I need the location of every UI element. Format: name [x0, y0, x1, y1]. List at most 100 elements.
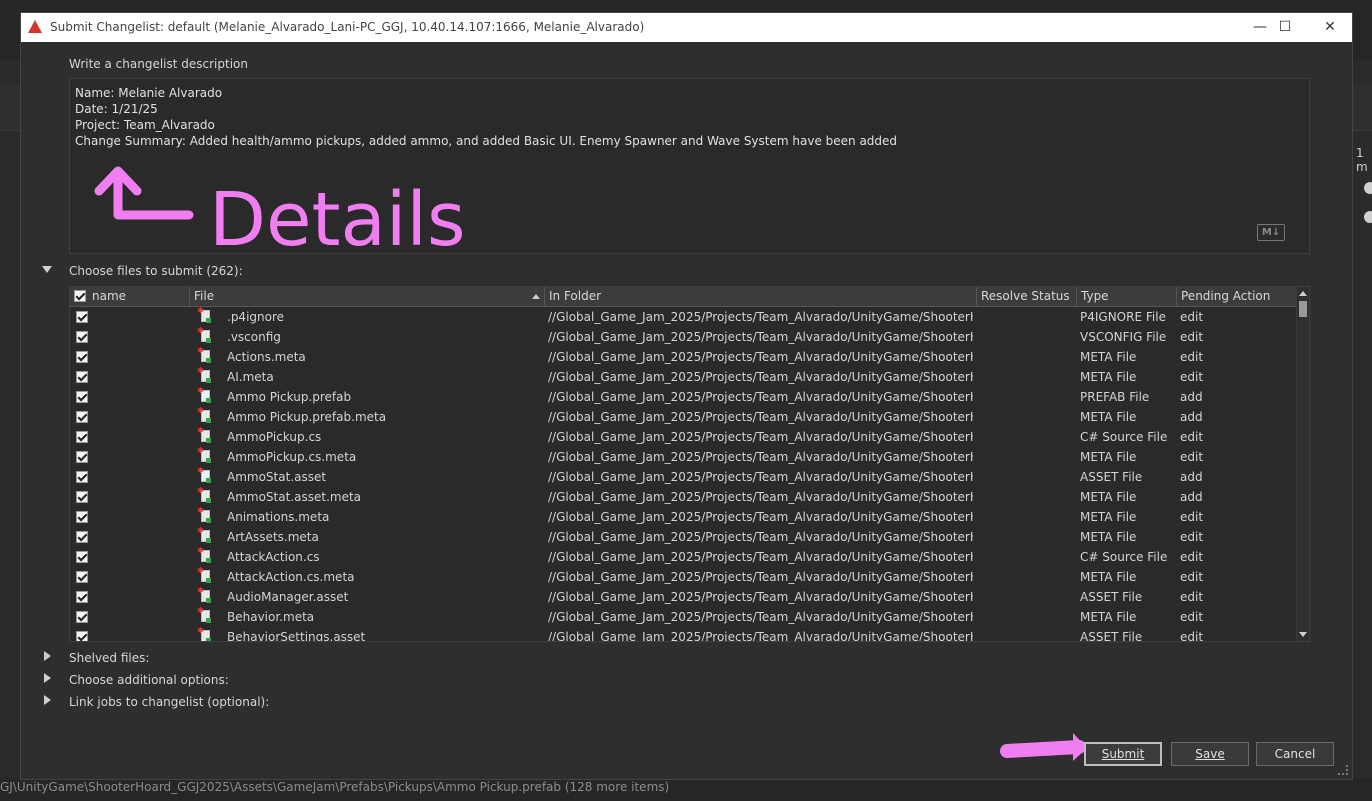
- pending-action-cell: edit: [1180, 590, 1204, 604]
- shelved-files-section[interactable]: Shelved files:: [69, 651, 149, 665]
- file-name-cell: Ammo Pickup.prefab.meta: [227, 410, 387, 424]
- file-icon: ✱: [197, 627, 211, 641]
- checked-out-icon: ✱: [197, 526, 204, 535]
- table-row[interactable]: ✱ AmmoStat.asset.meta //Global_Game_Jam_20…: [70, 487, 1298, 507]
- additional-options-section[interactable]: Choose additional options:: [69, 673, 229, 687]
- expand-shelved-icon[interactable]: [44, 651, 51, 661]
- table-row[interactable]: ✱ Ammo Pickup.prefab.meta //Global_Game_Ja…: [70, 407, 1298, 427]
- table-row[interactable]: ✱ ArtAssets.meta //Global_Game_Jam_2025/Pr…: [70, 527, 1298, 547]
- folder-cell: //Global_Game_Jam_2025/Projects/Team_Alv…: [548, 410, 973, 424]
- type-cell: META File: [1080, 610, 1137, 624]
- status-icon: [206, 558, 211, 563]
- column-header-resolve-status[interactable]: Resolve Status: [977, 287, 1077, 306]
- status-icon: [206, 478, 211, 483]
- row-checkbox[interactable]: [76, 431, 88, 443]
- table-row[interactable]: ✱ AudioManager.asset //Global_Game_Jam_202…: [70, 587, 1298, 607]
- row-checkbox[interactable]: [76, 511, 88, 523]
- row-checkbox[interactable]: [76, 391, 88, 403]
- cancel-button[interactable]: Cancel: [1256, 742, 1334, 766]
- table-row[interactable]: ✱ Behavior.meta //Global_Game_Jam_2025/Pro…: [70, 607, 1298, 627]
- link-jobs-section[interactable]: Link jobs to changelist (optional):: [69, 695, 269, 709]
- expand-options-icon[interactable]: [44, 673, 51, 683]
- column-header-type[interactable]: Type: [1077, 287, 1177, 306]
- column-label: Resolve Status: [981, 289, 1070, 303]
- column-header-in-folder[interactable]: In Folder: [545, 287, 977, 306]
- table-row[interactable]: ✱ AmmoStat.asset //Global_Game_Jam_2025/Pr…: [70, 467, 1298, 487]
- row-checkbox[interactable]: [76, 631, 88, 641]
- select-all-checkbox[interactable]: [74, 290, 86, 302]
- files-table[interactable]: name File In Folder Resolve Status Type …: [69, 286, 1310, 642]
- table-row[interactable]: ✱ AttackAction.cs //Global_Game_Jam_2025/P…: [70, 547, 1298, 567]
- row-checkbox[interactable]: [76, 331, 88, 343]
- pending-action-cell: edit: [1180, 570, 1204, 584]
- table-row[interactable]: ✱ AmmoPickup.cs.meta //Global_Game_Jam_202…: [70, 447, 1298, 467]
- row-checkbox[interactable]: [76, 371, 88, 383]
- scroll-thumb[interactable]: [1299, 301, 1307, 317]
- column-header-name[interactable]: name: [70, 287, 190, 306]
- file-name-cell: AmmoStat.asset.meta: [227, 490, 362, 504]
- row-checkbox[interactable]: [76, 491, 88, 503]
- checked-out-icon: ✱: [197, 486, 204, 495]
- folder-cell: //Global_Game_Jam_2025/Projects/Team_Alv…: [548, 310, 973, 324]
- row-checkbox[interactable]: [76, 311, 88, 323]
- submit-button[interactable]: Submit: [1084, 742, 1162, 766]
- table-row[interactable]: ✱ .vsconfig //Global_Game_Jam_2025/Project…: [70, 327, 1298, 347]
- checked-out-icon: ✱: [197, 566, 204, 575]
- submit-changelist-dialog: Submit Changelist: default (Melanie_Alva…: [20, 12, 1353, 780]
- table-row[interactable]: ✱ .p4ignore //Global_Game_Jam_2025/Project…: [70, 307, 1298, 327]
- checked-out-icon: ✱: [197, 326, 204, 335]
- file-icon: ✱: [197, 567, 211, 583]
- row-checkbox[interactable]: [76, 611, 88, 623]
- status-icon: [206, 318, 211, 323]
- resize-grip[interactable]: [1338, 765, 1348, 775]
- row-checkbox[interactable]: [76, 351, 88, 363]
- save-button[interactable]: Save: [1171, 742, 1249, 766]
- row-checkbox[interactable]: [76, 411, 88, 423]
- type-cell: META File: [1080, 370, 1137, 384]
- row-checkbox[interactable]: [76, 531, 88, 543]
- column-header-file[interactable]: File: [190, 287, 545, 306]
- folder-cell: //Global_Game_Jam_2025/Projects/Team_Alv…: [548, 550, 973, 564]
- type-cell: C# Source File: [1080, 430, 1168, 444]
- scroll-up-icon[interactable]: [1299, 291, 1307, 296]
- row-checkbox[interactable]: [76, 591, 88, 603]
- checked-out-icon: ✱: [197, 506, 204, 515]
- collapse-files-icon[interactable]: [42, 266, 52, 273]
- expand-jobs-icon[interactable]: [44, 695, 51, 705]
- pending-action-cell: edit: [1180, 450, 1204, 464]
- status-icon: [206, 518, 211, 523]
- annotation-text: Details: [209, 177, 466, 263]
- table-scrollbar[interactable]: [1296, 287, 1309, 641]
- folder-cell: //Global_Game_Jam_2025/Projects/Team_Alv…: [548, 510, 973, 524]
- type-cell: C# Source File: [1080, 550, 1168, 564]
- file-name-cell: .vsconfig: [227, 330, 281, 344]
- background-circle-icon: [1364, 182, 1372, 194]
- row-checkbox[interactable]: [76, 571, 88, 583]
- row-checkbox[interactable]: [76, 471, 88, 483]
- pending-action-cell: add: [1180, 490, 1203, 504]
- table-row[interactable]: ✱ Animations.meta //Global_Game_Jam_2025/P…: [70, 507, 1298, 527]
- table-row[interactable]: ✱ AI.meta //Global_Game_Jam_2025/Projects/…: [70, 367, 1298, 387]
- table-row[interactable]: ✱ BehaviorSettings.asset //Global_Game_Jam…: [70, 627, 1298, 641]
- table-row[interactable]: ✱ Ammo Pickup.prefab //Global_Game_Jam_202…: [70, 387, 1298, 407]
- file-icon: ✱: [197, 507, 211, 523]
- status-icon: [206, 458, 211, 463]
- row-checkbox[interactable]: [76, 551, 88, 563]
- table-row[interactable]: ✱ AttackAction.cs.meta //Global_Game_Jam_2…: [70, 567, 1298, 587]
- file-icon: ✱: [197, 587, 211, 603]
- file-icon: ✱: [197, 347, 211, 363]
- type-cell: META File: [1080, 490, 1137, 504]
- type-cell: P4IGNORE File: [1080, 310, 1166, 324]
- file-name-cell: AmmoPickup.cs.meta: [227, 450, 357, 464]
- checked-out-icon: ✱: [197, 446, 204, 455]
- file-icon: ✱: [197, 427, 211, 443]
- folder-cell: //Global_Game_Jam_2025/Projects/Team_Alv…: [548, 430, 973, 444]
- table-row[interactable]: ✱ Actions.meta //Global_Game_Jam_2025/Proj…: [70, 347, 1298, 367]
- row-checkbox[interactable]: [76, 451, 88, 463]
- status-icon: [206, 498, 211, 503]
- file-name-cell: Behavior.meta: [227, 610, 315, 624]
- column-header-pending-action[interactable]: Pending Action: [1177, 287, 1298, 306]
- status-icon: [206, 638, 211, 641]
- table-row[interactable]: ✱ AmmoPickup.cs //Global_Game_Jam_2025/Pro…: [70, 427, 1298, 447]
- scroll-down-icon[interactable]: [1299, 632, 1307, 637]
